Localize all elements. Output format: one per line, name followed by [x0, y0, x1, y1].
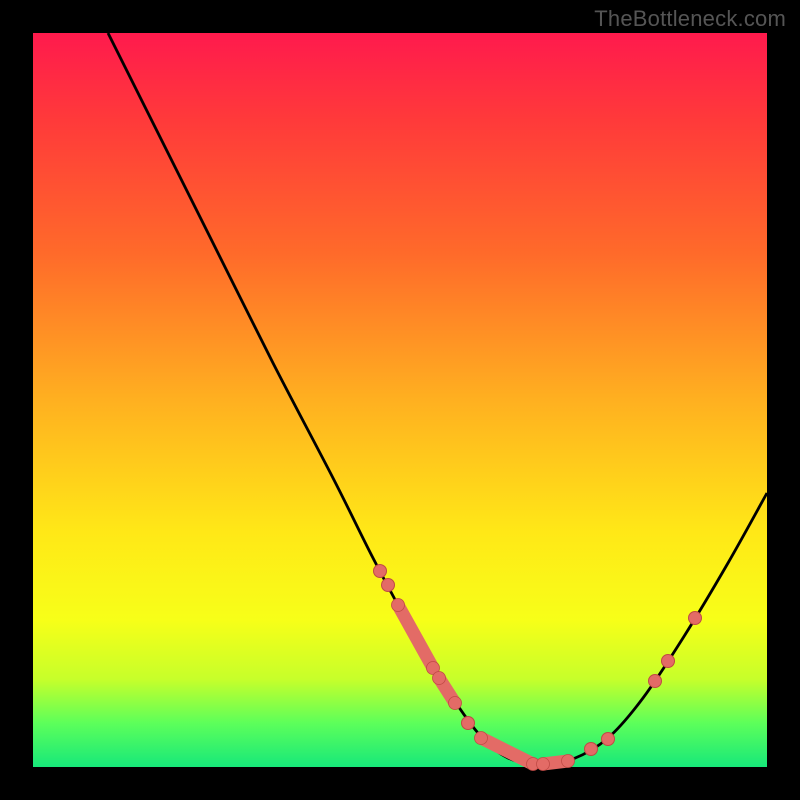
curve-marker-dot: [689, 612, 702, 625]
curve-marker-dot: [374, 565, 387, 578]
curve-marker-dot: [382, 579, 395, 592]
curve-marker-end: [537, 758, 550, 771]
curve-marker-end: [562, 755, 575, 768]
curve-marker-dot: [649, 675, 662, 688]
curve-marker-end: [433, 672, 446, 685]
marker-layer: [374, 565, 702, 771]
curve-marker-end: [475, 732, 488, 745]
curve-marker-dot: [662, 655, 675, 668]
curve-marker-dot: [585, 743, 598, 756]
curve-marker-end: [449, 697, 462, 710]
curve-marker-dot: [602, 733, 615, 746]
curve-marker-dot: [462, 717, 475, 730]
chart-frame: TheBottleneck.com: [0, 0, 800, 800]
curve-marker-end: [392, 599, 405, 612]
curve-marker-capsule: [481, 738, 533, 764]
watermark-text: TheBottleneck.com: [594, 6, 786, 32]
plot-area: [33, 33, 767, 767]
curve-marker-capsule: [398, 605, 433, 668]
curve-svg: [33, 33, 767, 767]
